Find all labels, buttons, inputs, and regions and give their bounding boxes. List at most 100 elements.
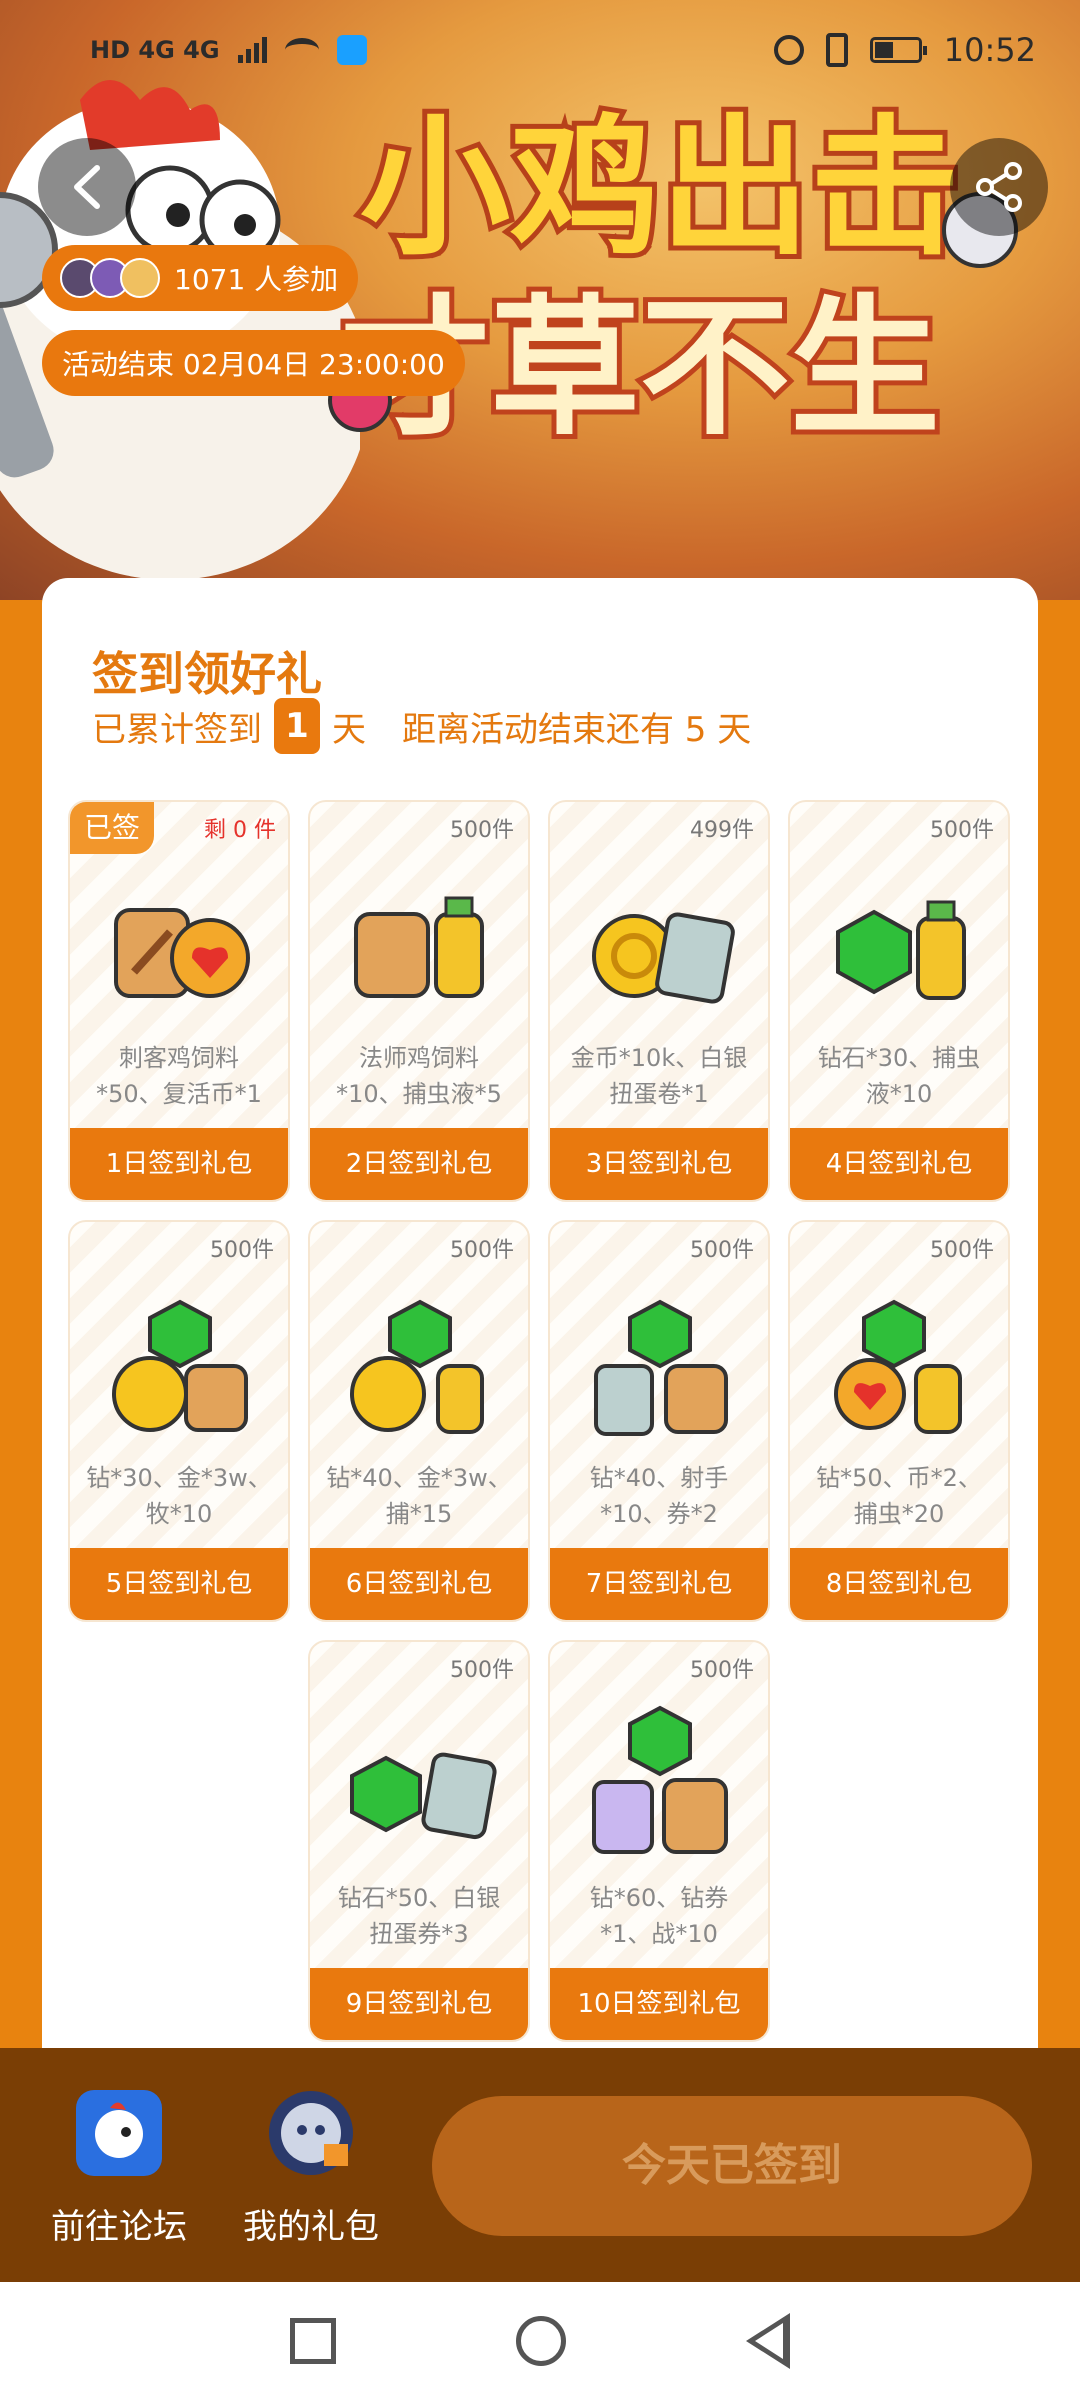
desc-line: 钻石*50、白银 [337, 1884, 501, 1912]
desc-line: 钻*30、金*3w、 [86, 1464, 272, 1492]
forum-label: 前往论坛 [51, 2207, 187, 2247]
remaining-text: 距离活动结束还有 5 天 [402, 709, 752, 750]
gift-stock: 500件 [930, 1238, 994, 1263]
gift-description: 金币*10k、白银 扭蛋卷*1 [560, 1040, 758, 1112]
avatar [120, 258, 160, 298]
days-unit: 天 [332, 709, 366, 750]
gift-description: 钻石*50、白银 扭蛋券*3 [320, 1880, 518, 1952]
gift-tile-day1[interactable]: 已签 剩 0 件 刺客鸡饲料 *50、复活币*1 1日签到礼包 [68, 800, 290, 1202]
desc-line: 捕*15 [385, 1500, 453, 1528]
my-gifts-label: 我的礼包 [243, 2207, 379, 2247]
desc-line: 液*10 [865, 1080, 933, 1108]
gift-stock: 500件 [690, 1238, 754, 1263]
vibrate-icon [825, 33, 848, 67]
gift-tile-day7[interactable]: 500件 钻*40、射手 *10、券*2 7日签到礼包 [548, 1220, 770, 1622]
gift-description: 法师鸡饲料 *10、捕虫液*5 [320, 1040, 518, 1112]
network-label: HD 4G 4G [90, 36, 220, 64]
desc-line: *1、战*10 [600, 1920, 718, 1948]
gift-button[interactable]: 4日签到礼包 [790, 1128, 1008, 1200]
desc-line: 钻*40、射手 [589, 1464, 729, 1492]
event-banner: 小鸡出击 寸草不生 HD 4G 4G 10:52 1071 人参加 活动结束 0… [0, 0, 1080, 600]
gift-stock: 500件 [930, 818, 994, 843]
status-time: 10:52 [943, 31, 1036, 69]
share-button[interactable] [950, 138, 1048, 236]
gift-button[interactable]: 5日签到礼包 [70, 1548, 288, 1620]
gift-button[interactable]: 8日签到礼包 [790, 1548, 1008, 1620]
back-nav-icon[interactable] [746, 2313, 790, 2369]
app-notification-icon [336, 35, 367, 65]
gift-button[interactable]: 1日签到礼包 [70, 1128, 288, 1200]
forum-link[interactable]: 前往论坛 [34, 2088, 204, 2248]
gift-description: 钻*50、币*2、 捕虫*20 [800, 1460, 998, 1532]
gift-tile-day5[interactable]: 500件 钻*30、金*3w、 牧*10 5日签到礼包 [68, 1220, 290, 1622]
title-line1-art: 小鸡出击 [360, 102, 960, 276]
signal-icon [237, 37, 267, 63]
event-title-art: 小鸡出击 寸草不生 [328, 97, 1018, 461]
signin-progress: 已累计签到 1 天 距离活动结束还有 5 天 [92, 698, 751, 754]
my-gifts-link[interactable]: 我的礼包 [226, 2088, 396, 2248]
desc-line: 钻石*30、捕虫 [817, 1044, 981, 1072]
event-end-time: 活动结束 02月04日 23:00:00 [42, 330, 465, 396]
desc-line: 扭蛋卷*1 [609, 1080, 709, 1108]
desc-line: 扭蛋券*3 [369, 1920, 469, 1948]
desc-line: 法师鸡饲料 [359, 1044, 479, 1072]
gift-button[interactable]: 9日签到礼包 [310, 1968, 528, 2040]
gift-tile-day2[interactable]: 500件 法师鸡饲料 *10、捕虫液*5 2日签到礼包 [308, 800, 530, 1202]
wifi-icon [284, 38, 319, 62]
status-bar: HD 4G 4G 10:52 [0, 0, 1080, 100]
share-icon [976, 162, 1022, 212]
gift-tile-day8[interactable]: 500件 钻*50、币*2、 捕虫*20 8日签到礼包 [788, 1220, 1010, 1622]
gift-tile-day10[interactable]: 500件 钻*60、钻券 *1、战*10 10日签到礼包 [548, 1640, 770, 2042]
recent-apps-icon[interactable] [290, 2318, 336, 2364]
home-icon[interactable] [516, 2316, 566, 2366]
gift-stock: 499件 [690, 818, 754, 843]
system-nav-bar [0, 2282, 1080, 2400]
desc-line: 金币*10k、白银 [570, 1044, 748, 1072]
gift-button[interactable]: 2日签到礼包 [310, 1128, 528, 1200]
status-right: 10:52 [773, 31, 1036, 69]
desc-line: *10、捕虫液*5 [336, 1080, 502, 1108]
event-end-label: 活动结束 02月04日 23:00:00 [62, 348, 445, 381]
gem-and-bottle-icon [836, 900, 966, 1000]
desc-line: 刺客鸡饲料 [119, 1044, 239, 1072]
gift-tile-day6[interactable]: 500件 钻*40、金*3w、 捕*15 6日签到礼包 [308, 1220, 530, 1622]
gem-ticket-and-bag-icon [594, 1299, 728, 1436]
gift-tile-day4[interactable]: 500件 钻石*30、捕虫 液*10 4日签到礼包 [788, 800, 1010, 1202]
status-left: HD 4G 4G [90, 35, 774, 65]
alarm-icon [773, 35, 804, 65]
cumulative-prefix: 已累计签到 [92, 709, 262, 750]
gift-stock: 500件 [450, 1658, 514, 1683]
gift-stock: 500件 [450, 818, 514, 843]
cumulative-days: 1 [274, 698, 320, 754]
gem-coin-and-bottle-icon [350, 1299, 484, 1434]
participant-avatars [60, 258, 160, 298]
gift-description: 钻*40、金*3w、 捕*15 [320, 1460, 518, 1532]
back-button[interactable] [38, 138, 136, 236]
gift-button[interactable]: 6日签到礼包 [310, 1548, 528, 1620]
forum-app-icon [76, 2090, 162, 2176]
gift-tile-day9[interactable]: 500件 钻石*50、白银 扭蛋券*3 9日签到礼包 [308, 1640, 530, 2042]
gem-ticket-and-bag-icon [592, 1705, 728, 1854]
desc-line: *50、复活币*1 [96, 1080, 262, 1108]
desc-line: 捕虫*20 [853, 1500, 945, 1528]
participants-badge: 1071 人参加 [42, 245, 359, 311]
gift-tile-day3[interactable]: 499件 金币*10k、白银 扭蛋卷*1 3日签到礼包 [548, 800, 770, 1202]
gem-coin-and-bottle-icon [834, 1299, 962, 1434]
gift-button[interactable]: 3日签到礼包 [550, 1128, 768, 1200]
participants-count: 1071 人参加 [174, 263, 339, 296]
signed-today-button[interactable]: 今天已签到 [432, 2096, 1032, 2236]
back-arrow-icon [74, 165, 100, 209]
gift-description: 钻*60、钻券 *1、战*10 [560, 1880, 758, 1952]
gift-description: 刺客鸡饲料 *50、复活币*1 [80, 1040, 278, 1112]
gift-button[interactable]: 10日签到礼包 [550, 1968, 768, 2040]
desc-line: *10、券*2 [600, 1500, 718, 1528]
gift-stock: 500件 [450, 1238, 514, 1263]
chicken-mascot-illustration [0, 80, 360, 580]
feed-bag-and-revive-coin-icon [114, 908, 250, 998]
gift-button[interactable]: 7日签到礼包 [550, 1548, 768, 1620]
desc-line: 牧*10 [145, 1500, 213, 1528]
gift-description: 钻*40、射手 *10、券*2 [560, 1460, 758, 1532]
gift-stock: 剩 0 件 [204, 818, 276, 843]
gold-coin-and-ticket-icon [592, 912, 735, 1004]
gift-robot-icon [269, 2091, 353, 2175]
